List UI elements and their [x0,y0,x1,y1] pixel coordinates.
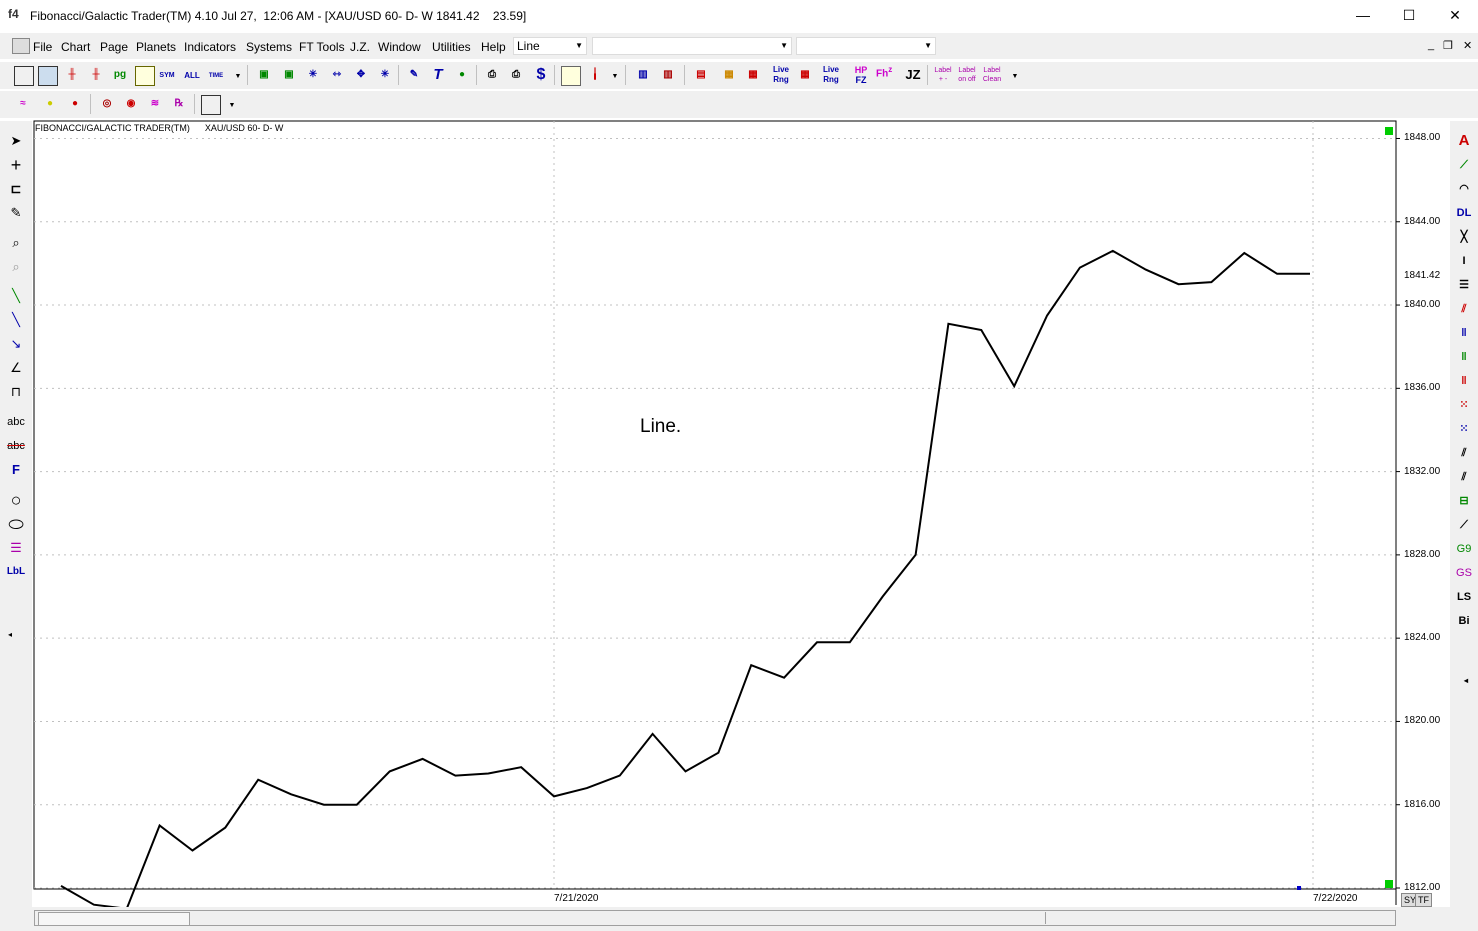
y-tick-label: 1840.00 [1404,299,1441,311]
y-tick-label: 1824.00 [1404,632,1441,644]
chart-svg [33,120,1400,910]
y-tick-label: 1812.00 [1404,882,1441,893]
y-tick-label: 1820.00 [1404,715,1441,727]
y-tick-label: 1828.00 [1404,548,1441,560]
y-tick-label: 1848.00 [1404,132,1441,144]
x-tick-label: 7/22/2020 [1313,893,1358,904]
chart-annotation[interactable]: Line. [640,416,681,438]
y-tick-label: 1844.00 [1404,215,1441,227]
scrollbar-thumb[interactable] [38,912,190,926]
chart-area: FIBONACCI/GALACTIC TRADER(TM) XAU/USD 60… [0,0,1478,931]
x-tick-label: 7/21/2020 [554,893,599,904]
current-price-label: 1841.42 [1404,270,1441,281]
y-tick-label: 1816.00 [1404,798,1441,810]
horizontal-scrollbar[interactable] [34,910,1396,926]
chart-header: FIBONACCI/GALACTIC TRADER(TM) XAU/USD 60… [35,123,284,133]
top-marker[interactable] [1385,127,1393,135]
tf-button[interactable]: TF [1415,893,1432,907]
plot-frame [33,120,1397,890]
bottom-marker[interactable] [1385,880,1393,888]
scrollbar-track-right[interactable] [1045,912,1386,924]
y-tick-label: 1836.00 [1404,382,1441,394]
cursor-marker [1297,886,1301,890]
y-tick-label: 1832.00 [1404,465,1441,477]
